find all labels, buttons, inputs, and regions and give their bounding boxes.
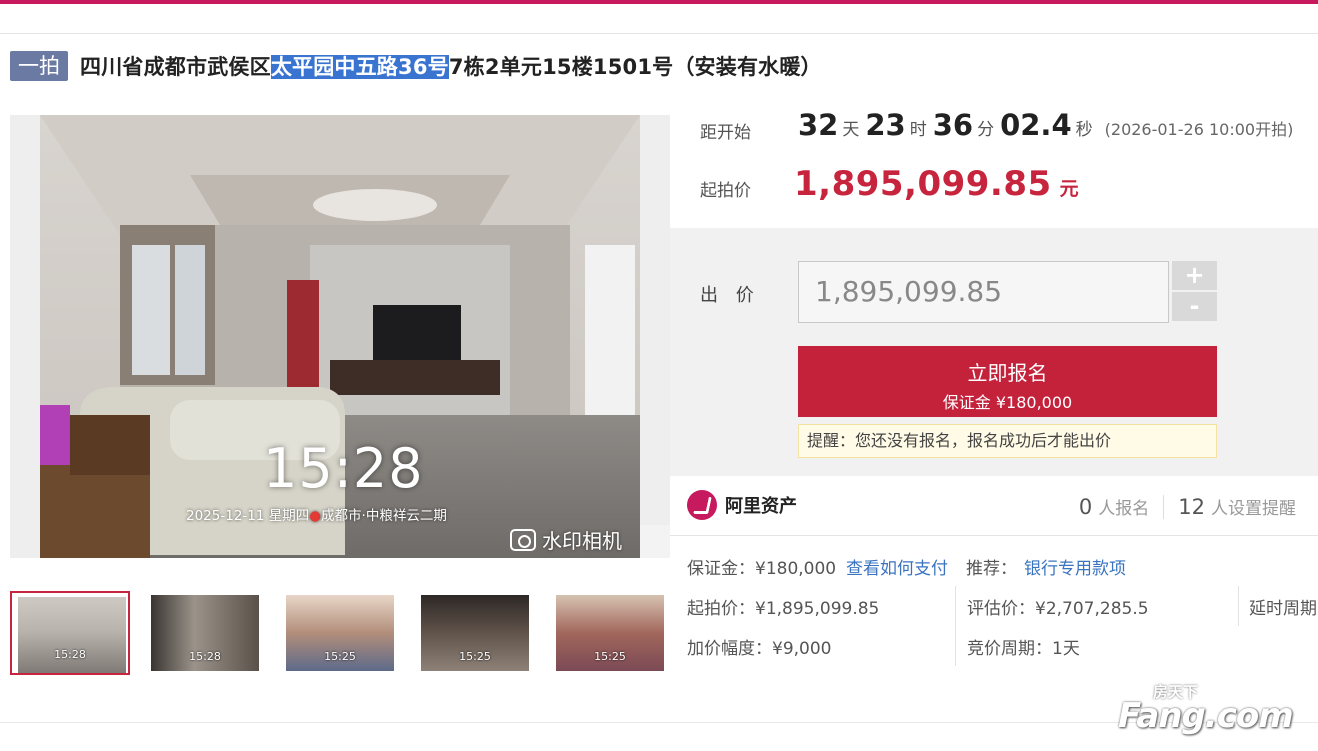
- reminder-label: 人设置提醒: [1211, 499, 1296, 519]
- start-price-label: 起拍价: [700, 181, 751, 201]
- recommend-label: 推荐：: [966, 559, 1017, 579]
- countdown-seconds: 02.4: [1000, 108, 1072, 142]
- main-property-photo[interactable]: 15:28 2025-12-11 星期四●成都市·中粮祥云二期 水印相机: [10, 115, 670, 558]
- reminder-count: 12: [1178, 495, 1205, 519]
- thumbnail-1[interactable]: 15:28: [10, 591, 130, 675]
- bid-amount-input[interactable]: 1,895,099.85: [798, 261, 1169, 323]
- deposit-info: 保证金：¥180,000: [687, 559, 837, 579]
- title-prefix: 四川省成都市武侯区: [80, 55, 271, 79]
- thumbnail-2[interactable]: 15:28: [145, 591, 265, 675]
- details-divider: [955, 586, 956, 666]
- countdown-timer: 32 天 23 时 36 分 02.4 秒 (2026-01-26 10:00开拍): [798, 108, 1293, 142]
- location-pin-icon: ●: [309, 508, 322, 524]
- auction-round-badge: 一拍: [10, 51, 68, 81]
- title-suffix: 7栋2单元15楼1501号（安装有水暖）: [448, 55, 822, 79]
- appraisal-info: 评估价：¥2,707,285.5: [967, 599, 1149, 619]
- bid-panel: 出 价 1,895,099.85 + - 立即报名 保证金 ¥180,000 提…: [670, 228, 1318, 476]
- registration-stats: 0 人报名 12 人设置提醒: [1079, 494, 1296, 519]
- start-price-info: 起拍价：¥1,895,099.85: [687, 599, 880, 619]
- fang-logo-text: Fang.com: [1118, 696, 1294, 736]
- stats-divider: [1163, 494, 1165, 519]
- seconds-unit: 秒: [1075, 120, 1093, 140]
- registered-count: 0: [1078, 495, 1093, 519]
- thumbnail-image: [18, 597, 126, 673]
- listing-title: 四川省成都市武侯区太平园中五路36号7栋2单元15楼1501号（安装有水暖）: [80, 51, 822, 81]
- photo-date: 2025-12-11 星期四: [186, 508, 310, 524]
- auction-start-time: (2026-01-26 10:00开拍): [1104, 120, 1294, 139]
- thumbnail-5[interactable]: 15:25: [550, 591, 670, 675]
- platform-row: 阿里资产 0 人报名 12 人设置提醒: [670, 476, 1318, 536]
- increment-info: 加价幅度：¥9,000: [687, 639, 832, 659]
- registered-label: 人报名: [1098, 499, 1150, 519]
- ali-assets-logo: 阿里资产: [687, 490, 797, 520]
- listing-title-row: 一拍 四川省成都市武侯区太平园中五路36号7栋2单元15楼1501号（安装有水暖…: [10, 50, 822, 82]
- start-price-unit: 元: [1059, 178, 1079, 200]
- minutes-unit: 分: [977, 120, 995, 140]
- thumbnail-time: 15:28: [189, 650, 221, 663]
- photo-watermark: 水印相机: [510, 525, 622, 554]
- countdown-hours: 23: [865, 108, 906, 142]
- thumbnail-time: 15:25: [324, 650, 356, 663]
- top-accent-bar: [0, 0, 1318, 4]
- thumbnail-strip: 15:28 15:28 15:25 15:25 15:25: [10, 591, 670, 675]
- thumbnail-time: 15:25: [594, 650, 626, 663]
- auction-summary: 距开始 32 天 23 时 36 分 02.4 秒 (2026-01-26 10:00开…: [670, 100, 1318, 228]
- details-divider: [1238, 586, 1239, 626]
- photo-location: 成都市·中粮祥云二期: [321, 508, 447, 524]
- start-price-value: 1,895,099.85: [794, 164, 1052, 204]
- zoom-button[interactable]: [640, 525, 670, 558]
- signup-deposit-label: 保证金 ¥180,000: [942, 393, 1073, 412]
- increase-bid-button[interactable]: +: [1172, 261, 1217, 290]
- bid-period-info: 竞价周期：1天: [967, 639, 1080, 659]
- decrease-bid-button[interactable]: -: [1172, 292, 1217, 321]
- thumbnail-4[interactable]: 15:25: [415, 591, 535, 675]
- thumbnail-3[interactable]: 15:25: [280, 591, 400, 675]
- bank-account-link[interactable]: 银行专用款项: [1024, 554, 1126, 579]
- title-selected-text: 太平园中五路36号: [270, 55, 449, 79]
- platform-name: 阿里资产: [725, 496, 797, 517]
- signup-button-label: 立即报名: [967, 361, 1048, 385]
- ali-assets-icon: [687, 490, 717, 520]
- thumbnail-time: 15:25: [459, 650, 491, 663]
- start-price: 1,895,099.85 元: [794, 164, 1079, 204]
- delay-period-info: 延时周期: [1249, 599, 1317, 619]
- signup-button[interactable]: 立即报名 保证金 ¥180,000: [798, 346, 1217, 417]
- camera-icon: [510, 528, 536, 551]
- thumbnail-time: 15:28: [54, 648, 86, 661]
- fang-watermark-logo: 房天下 Fang.com: [1118, 682, 1318, 742]
- days-unit: 天: [842, 120, 860, 140]
- countdown-days: 32: [798, 108, 839, 142]
- how-to-pay-link[interactable]: 查看如何支付: [846, 554, 948, 579]
- watermark-text: 水印相机: [542, 529, 622, 553]
- signup-reminder: 提醒：您还没有报名，报名成功后才能出价: [798, 424, 1217, 458]
- hours-unit: 时: [909, 120, 927, 140]
- photo-timestamp: 15:28: [263, 437, 424, 500]
- countdown-label: 距开始: [700, 123, 751, 143]
- photo-date-location: 2025-12-11 星期四●成都市·中粮祥云二期: [186, 504, 447, 524]
- bid-label: 出 价: [700, 285, 760, 306]
- auction-details: 保证金：¥180,000 查看如何支付 推荐： 银行专用款项 起拍价：¥1,89…: [670, 536, 1318, 686]
- countdown-minutes: 36: [932, 108, 974, 142]
- header-divider: [0, 33, 1318, 34]
